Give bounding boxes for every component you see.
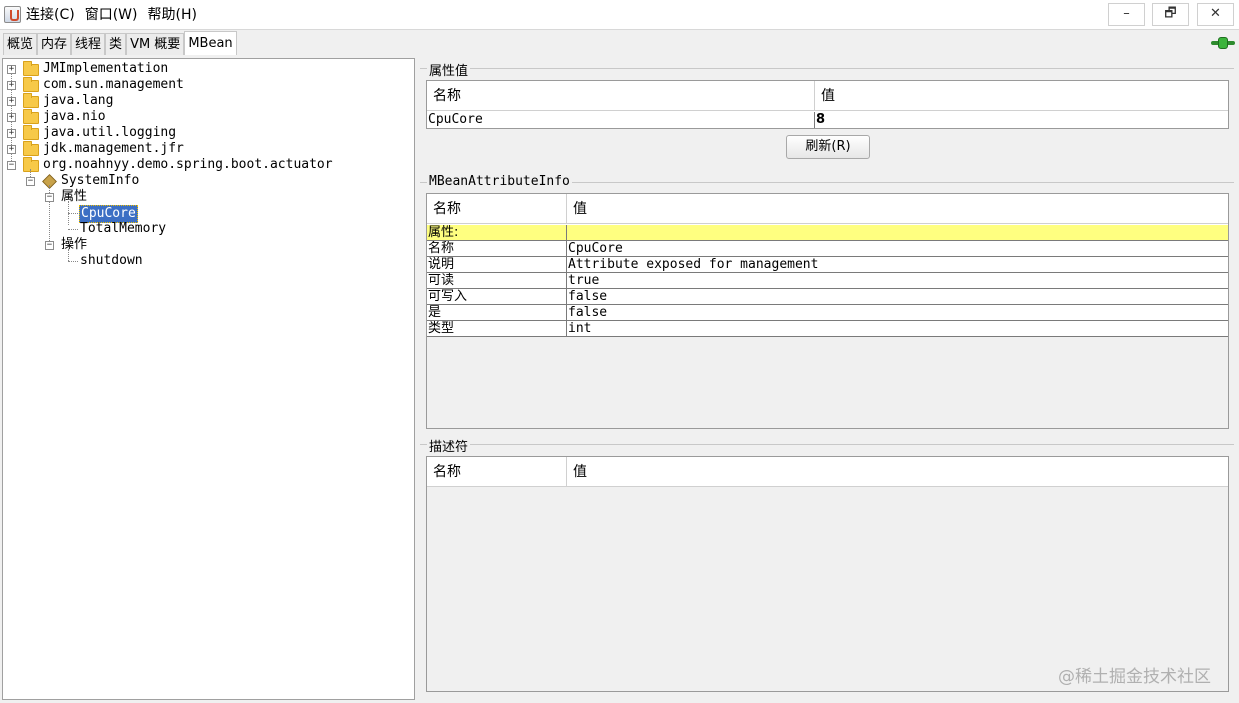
title-bar: 连接(C) 窗口(W) 帮助(H) – 🗗 ✕ <box>0 0 1239 30</box>
menu-bar: 连接(C) 窗口(W) 帮助(H) <box>26 5 207 25</box>
col-value-header[interactable]: 值 <box>814 81 835 111</box>
expand-icon[interactable]: + <box>7 65 16 74</box>
col-name-header[interactable]: 名称 <box>427 457 461 487</box>
watermark: @稀土掘金技术社区 <box>1058 667 1211 687</box>
folder-icon <box>23 125 39 140</box>
connection-status-icon[interactable] <box>1211 37 1235 49</box>
java-app-icon <box>4 6 21 23</box>
collapse-icon[interactable]: − <box>45 193 54 202</box>
folder-icon <box>23 93 39 108</box>
tab-overview[interactable]: 概览 <box>3 33 38 55</box>
table-row[interactable]: CpuCore 8 <box>427 112 1228 128</box>
attribute-info-table: 名称 值 属性: 名称 CpuCore 说明 Attribute exposed… <box>426 193 1229 429</box>
expand-icon[interactable]: + <box>7 113 16 122</box>
attribute-info-title: MBeanAttributeInfo <box>427 174 572 189</box>
expand-icon[interactable]: + <box>7 97 16 106</box>
attribute-value-table: 名称 值 CpuCore 8 <box>426 80 1229 129</box>
col-name-header[interactable]: 名称 <box>427 81 461 111</box>
table-row[interactable]: 可写入 false <box>427 289 1228 305</box>
expand-icon[interactable]: + <box>7 145 16 154</box>
descriptor-title: 描述符 <box>427 436 471 455</box>
close-button[interactable]: ✕ <box>1197 3 1234 26</box>
col-value-header[interactable]: 值 <box>566 457 587 487</box>
tab-bar: 概览 内存 线程 类 VM 概要 MBean <box>0 30 1239 57</box>
table-row[interactable]: 可读 true <box>427 273 1228 289</box>
collapse-icon[interactable]: − <box>26 177 35 186</box>
table-row[interactable]: 是 false <box>427 305 1228 321</box>
refresh-button[interactable]: 刷新(R) <box>786 135 870 159</box>
attribute-value-cell[interactable]: 8 <box>814 112 825 128</box>
folder-icon <box>23 77 39 92</box>
col-name-header[interactable]: 名称 <box>427 194 461 224</box>
collapse-icon[interactable]: − <box>45 241 54 250</box>
tab-memory[interactable]: 内存 <box>37 33 72 55</box>
descriptor-table: 名称 值 <box>426 456 1229 692</box>
folder-icon <box>23 141 39 156</box>
tab-classes[interactable]: 类 <box>105 33 127 55</box>
minimize-button[interactable]: – <box>1108 3 1145 26</box>
expand-icon[interactable]: + <box>7 81 16 90</box>
mbean-tree[interactable]: + JMImplementation + com.sun.management … <box>2 58 415 700</box>
restore-button[interactable]: 🗗 <box>1152 3 1189 26</box>
tab-threads[interactable]: 线程 <box>71 33 106 55</box>
menu-window[interactable]: 窗口(W) <box>85 5 138 25</box>
table-row[interactable]: 类型 int <box>427 321 1228 337</box>
folder-open-icon <box>23 157 39 172</box>
tab-vm-summary[interactable]: VM 概要 <box>126 33 185 55</box>
attribute-value-title: 属性值 <box>427 60 471 79</box>
collapse-icon[interactable]: − <box>7 161 16 170</box>
folder-icon <box>23 109 39 124</box>
folder-icon <box>23 61 39 76</box>
expand-icon[interactable]: + <box>7 129 16 138</box>
table-row[interactable]: 说明 Attribute exposed for management <box>427 257 1228 273</box>
table-row[interactable]: 名称 CpuCore <box>427 241 1228 257</box>
menu-help[interactable]: 帮助(H) <box>147 5 196 25</box>
menu-connect[interactable]: 连接(C) <box>26 5 75 25</box>
tab-mbean[interactable]: MBean <box>184 31 237 55</box>
table-row-section: 属性: <box>427 225 1228 241</box>
col-value-header[interactable]: 值 <box>566 194 587 224</box>
